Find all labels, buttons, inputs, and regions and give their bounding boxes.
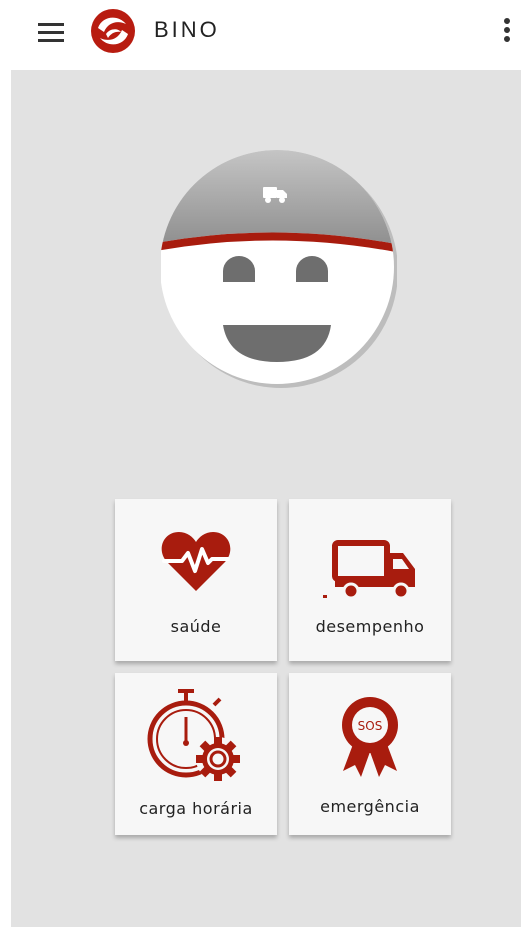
app-bar: BINO bbox=[0, 0, 532, 70]
sos-badge-icon: SOS bbox=[342, 697, 398, 777]
bino-logo-icon bbox=[88, 6, 138, 56]
more-vert-icon bbox=[504, 18, 510, 42]
tile-emergencia[interactable]: SOS emergência bbox=[289, 673, 451, 835]
main-content: saúde desempenho carga horária SOS emerg… bbox=[11, 70, 521, 927]
heart-pulse-icon bbox=[161, 532, 231, 591]
stopwatch-gear-icon bbox=[147, 689, 240, 781]
tile-label-emergencia: emergência bbox=[320, 797, 420, 816]
sos-text: SOS bbox=[358, 719, 383, 733]
tile-saude[interactable]: saúde bbox=[115, 499, 277, 661]
truck-icon bbox=[323, 540, 415, 600]
tile-label-saude: saúde bbox=[170, 617, 222, 636]
app-title: BINO bbox=[154, 17, 220, 42]
overflow-menu-button[interactable] bbox=[492, 10, 522, 50]
tile-desempenho[interactable]: desempenho bbox=[289, 499, 451, 661]
tile-carga-horaria[interactable]: carga horária bbox=[115, 673, 277, 835]
avatar bbox=[160, 149, 398, 389]
hamburger-menu-icon bbox=[38, 23, 64, 42]
menu-button[interactable] bbox=[30, 14, 74, 46]
tile-label-desempenho: desempenho bbox=[315, 617, 425, 636]
tile-label-carga-horaria: carga horária bbox=[139, 799, 253, 818]
